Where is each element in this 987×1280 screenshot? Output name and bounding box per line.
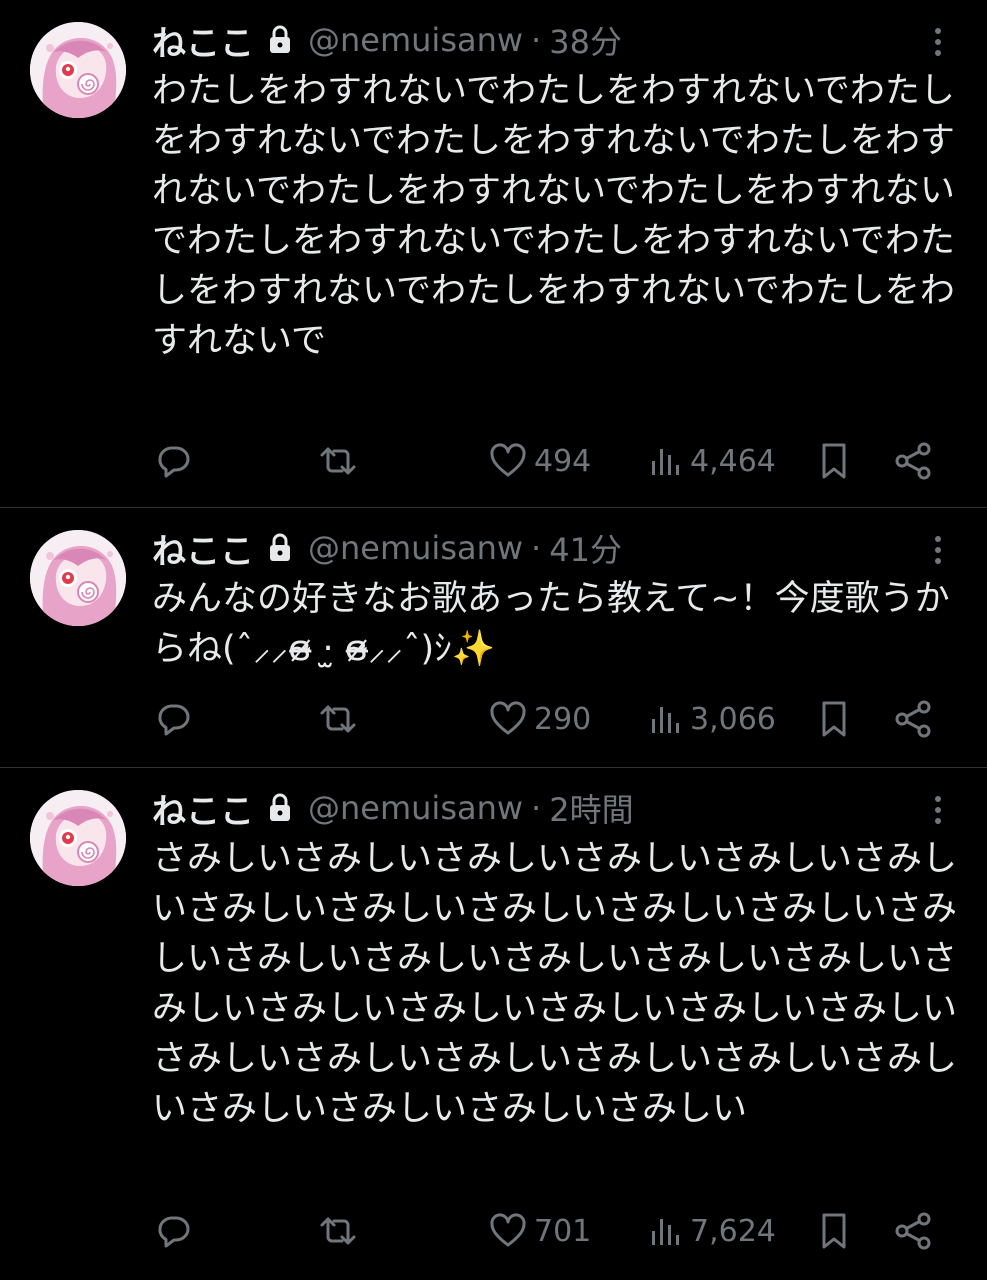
heart-icon xyxy=(490,443,526,477)
timestamp[interactable]: 2時間 xyxy=(549,785,633,831)
separator-dot: · xyxy=(531,529,542,567)
tweet-text: さみしいさみしいさみしいさみしいさみしいさみしいさみしいさみしいさみしいさみしい… xyxy=(152,839,958,1129)
timestamp[interactable]: 38分 xyxy=(549,17,622,63)
like-button[interactable]: 494 xyxy=(488,436,591,486)
bookmark-button[interactable] xyxy=(816,436,852,486)
tweet-text: わたしをわすれないでわたしをわすれないでわたしをわすれないでわたしをわすれないで… xyxy=(152,71,955,361)
retweet-icon xyxy=(320,447,356,475)
reply-icon xyxy=(158,704,190,736)
share-button[interactable] xyxy=(894,1206,934,1256)
display-name[interactable]: ねここ xyxy=(152,784,254,833)
heart-icon xyxy=(490,701,526,735)
avatar[interactable] xyxy=(30,530,126,626)
like-count: 494 xyxy=(534,443,592,479)
separator-dot: · xyxy=(531,789,542,827)
user-handle[interactable]: @nemuisanw xyxy=(308,529,523,567)
views-button[interactable]: 7,624 xyxy=(648,1206,776,1256)
timestamp[interactable]: 41分 xyxy=(549,525,622,571)
reply-button[interactable] xyxy=(152,1206,192,1256)
views-button[interactable]: 4,464 xyxy=(648,436,776,486)
share-icon xyxy=(895,442,931,480)
views-button[interactable]: 3,066 xyxy=(648,694,776,744)
bookmark-icon xyxy=(822,1213,846,1249)
reply-button[interactable] xyxy=(152,436,192,486)
view-count: 4,464 xyxy=(690,443,776,479)
user-handle[interactable]: @nemuisanw xyxy=(308,789,523,827)
display-name[interactable]: ねここ xyxy=(152,524,254,573)
avatar[interactable] xyxy=(30,22,126,118)
timeline: ねここ @nemuisanw · 38分 わたしをわすれないでわたしをわすれない… xyxy=(0,0,987,1280)
lock-icon xyxy=(268,533,292,563)
retweet-icon xyxy=(320,1217,356,1245)
like-button[interactable]: 290 xyxy=(488,694,591,744)
bookmark-icon xyxy=(822,443,846,479)
retweet-button[interactable] xyxy=(316,1206,360,1256)
action-bar: 494 4,464 xyxy=(152,436,952,486)
retweet-button[interactable] xyxy=(316,694,360,744)
tweet-header: ねここ @nemuisanw · 41分 xyxy=(152,524,622,572)
views-icon xyxy=(652,1219,679,1245)
like-count: 701 xyxy=(534,1213,592,1249)
bookmark-icon xyxy=(822,701,846,737)
action-bar: 701 7,624 xyxy=(152,1206,952,1256)
views-icon xyxy=(652,707,679,733)
reply-icon xyxy=(158,446,190,478)
reply-icon xyxy=(158,1216,190,1248)
tweet-text: みんなの好きなお歌あったら教えて~！今度歌うからね(ˆ⸝⸝ɞ̴̶̷ ·̫ ɞ̴̶… xyxy=(152,579,950,669)
tweet[interactable]: ねここ @nemuisanw · 41分 みんなの好きなお歌あったら教えて~！今… xyxy=(0,508,987,768)
tweet-header: ねここ @nemuisanw · 38分 xyxy=(152,16,622,64)
tweet[interactable]: ねここ @nemuisanw · 38分 わたしをわすれないでわたしをわすれない… xyxy=(0,0,987,508)
tweet[interactable]: ねここ @nemuisanw · 2時間 さみしいさみしいさみしいさみしいさみし… xyxy=(0,768,987,1280)
share-icon xyxy=(895,1212,931,1250)
share-button[interactable] xyxy=(894,694,934,744)
like-button[interactable]: 701 xyxy=(488,1206,591,1256)
user-handle[interactable]: @nemuisanw xyxy=(308,21,523,59)
avatar[interactable] xyxy=(30,790,126,886)
tweet-header: ねここ @nemuisanw · 2時間 xyxy=(152,784,634,832)
lock-icon xyxy=(268,25,292,55)
share-icon xyxy=(895,700,931,738)
retweet-button[interactable] xyxy=(316,436,360,486)
heart-icon xyxy=(490,1213,526,1247)
view-count: 7,624 xyxy=(690,1213,776,1249)
bookmark-button[interactable] xyxy=(816,694,852,744)
share-button[interactable] xyxy=(894,436,934,486)
views-icon xyxy=(652,449,679,475)
lock-icon xyxy=(268,793,292,823)
view-count: 3,066 xyxy=(690,701,776,737)
more-icon[interactable] xyxy=(927,26,949,58)
display-name[interactable]: ねここ xyxy=(152,16,254,65)
more-icon[interactable] xyxy=(927,534,949,566)
reply-button[interactable] xyxy=(152,694,192,744)
more-icon[interactable] xyxy=(927,794,949,826)
separator-dot: · xyxy=(531,21,542,59)
retweet-icon xyxy=(320,705,356,733)
like-count: 290 xyxy=(534,701,592,737)
bookmark-button[interactable] xyxy=(816,1206,852,1256)
action-bar: 290 3,066 xyxy=(152,694,952,744)
